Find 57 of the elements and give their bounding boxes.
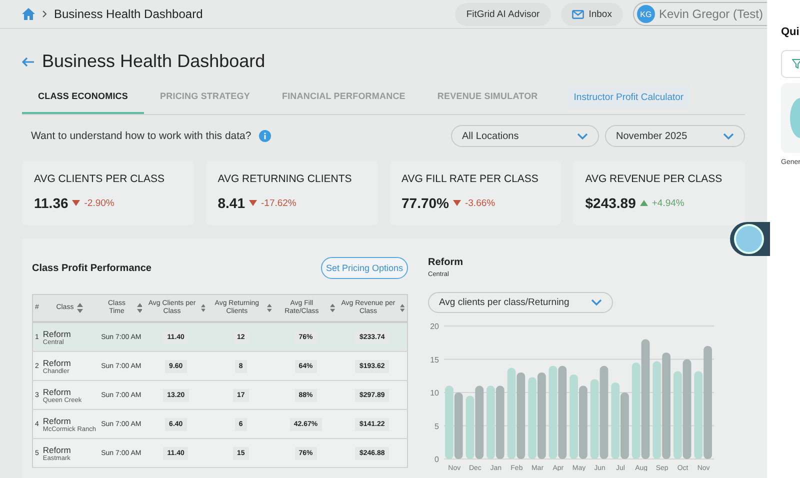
class-name: Reform [42, 328, 72, 339]
kpi-label: AVG FILL RATE PER CLASS [402, 173, 540, 185]
panel-title: Qui [781, 26, 800, 38]
y-tick-label: 15 [430, 355, 439, 364]
kpi-value: 8.41 [218, 195, 245, 211]
y-tick-label: 10 [430, 388, 439, 398]
trend-down-icon [72, 200, 80, 206]
kpi-change: -17.62% [261, 198, 296, 208]
chart-bar [454, 392, 463, 459]
home-icon[interactable] [22, 8, 35, 20]
help-text: Want to understand how to work with this data? [31, 130, 252, 142]
y-tick-label: 0 [434, 455, 439, 464]
filter-icon [792, 59, 800, 69]
user-menu[interactable]: KG Kevin Gregor (Test) [632, 2, 767, 26]
chevron-down-icon [591, 299, 602, 306]
chevron-down-icon [577, 132, 588, 140]
class-name: Reform [42, 386, 72, 397]
assistant-launcher[interactable] [730, 222, 770, 256]
kpi-change: +4.94% [652, 198, 684, 208]
kpi-label: AVG CLIENTS PER CLASS [34, 173, 166, 185]
trend-down-icon [249, 200, 257, 206]
avatar-placeholder [734, 224, 764, 254]
chart-bar [620, 392, 629, 459]
class-name: Reform [42, 444, 72, 455]
breadcrumb-link[interactable]: Business Health Dashboard [54, 7, 203, 21]
sort-icon[interactable] [400, 303, 405, 314]
class-name: Reform [42, 416, 72, 426]
detail-title: Reform [428, 257, 464, 268]
y-tick-label: 20 [430, 322, 439, 331]
chevron-down-icon [723, 132, 734, 140]
trend-down-icon [452, 200, 461, 206]
kpi-change: -3.66% [464, 198, 496, 208]
chevron-right-icon [42, 10, 47, 18]
class-name: Reform [42, 358, 72, 368]
kpi-label: AVG RETURNING CLIENTS [218, 173, 353, 185]
trend-up-icon [640, 200, 648, 206]
user-name: Kevin Gregor (Test) [658, 7, 763, 21]
info-icon[interactable] [259, 130, 272, 142]
chart-bar [466, 396, 474, 459]
kpi-value: $243.89 [585, 195, 636, 211]
kpi-value: 77.70% [402, 195, 449, 211]
location-dropdown[interactable]: All Locations [451, 125, 599, 147]
advisor-button[interactable]: FitGrid AI Advisor [455, 2, 551, 26]
kpi-change: -2.90% [84, 198, 114, 208]
metric-dropdown[interactable]: Avg clients per class/Returning [428, 292, 613, 313]
tab[interactable]: CLASS ECONOMICS [22, 80, 144, 114]
page-title: Business Health Dashboard [42, 51, 266, 72]
kpi-label: AVG REVENUE PER CLASS [585, 173, 724, 185]
section-title: Class Profit Performance [32, 262, 152, 274]
month-dropdown[interactable]: November 2025 [605, 125, 745, 147]
kpi-value: 11.36 [34, 195, 68, 211]
back-arrow-icon[interactable] [22, 56, 34, 66]
y-tick-label: 5 [434, 422, 439, 431]
inbox-button[interactable]: Inbox [560, 2, 623, 26]
user-avatar: KG [636, 5, 655, 23]
mail-icon [572, 10, 584, 18]
sort-icon[interactable] [76, 303, 83, 314]
